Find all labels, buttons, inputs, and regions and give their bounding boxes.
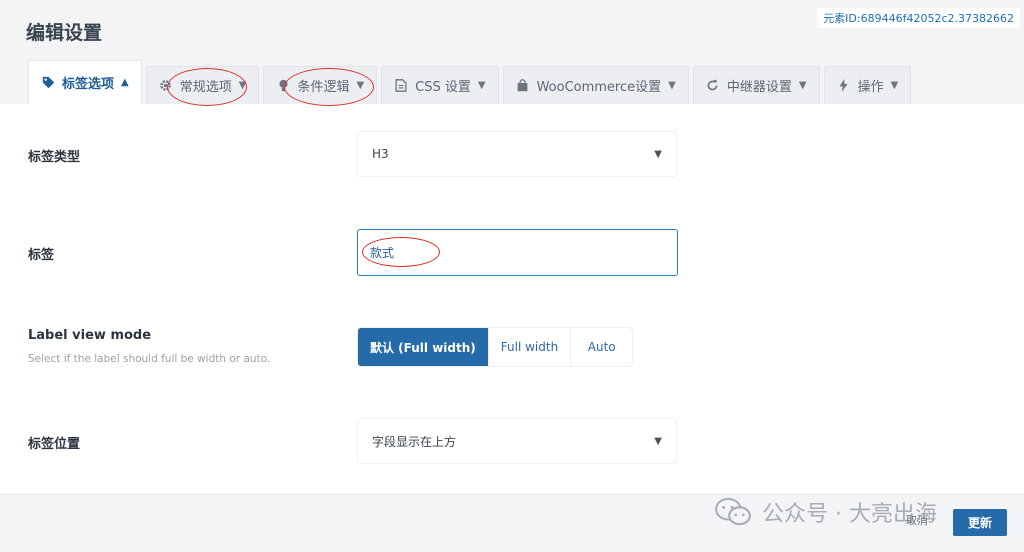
tab-label: 操作: [857, 80, 884, 95]
label-position-select[interactable]: 字段显示在上方 ▼: [357, 418, 677, 464]
view-mode-option-full-width[interactable]: Full width: [489, 328, 572, 366]
tab-general-options[interactable]: 常规选项 ▼: [145, 66, 260, 104]
chevron-down-icon: ▼: [356, 80, 365, 91]
tab-label: WooCommerce设置: [536, 80, 662, 95]
label-position-value: 字段显示在上方: [372, 434, 457, 449]
tab-css-settings[interactable]: CSS 设置 ▼: [381, 66, 499, 104]
refresh-icon: [706, 79, 720, 93]
chevron-down-icon: ▼: [238, 80, 247, 91]
cancel-button[interactable]: 取消: [906, 512, 928, 528]
tab-label: CSS 设置: [415, 80, 471, 95]
view-mode-option-auto[interactable]: Auto: [571, 328, 632, 366]
edit-settings-modal: 编辑设置 元素ID:689446f42052c2.37382662 标签选项 ▲…: [0, 0, 1024, 552]
view-mode-segmented-control: 默认 (Full width) Full width Auto: [357, 327, 634, 367]
lightbulb-icon: [276, 79, 290, 93]
chevron-down-icon: ▼: [668, 80, 676, 91]
label-field-label: 标签: [28, 248, 55, 263]
tab-label: 条件逻辑: [297, 80, 350, 95]
wechat-icon: [715, 497, 751, 526]
chevron-up-icon: ▲: [121, 77, 129, 88]
chevron-down-icon: ▼: [654, 435, 662, 447]
tab-label: 中继器设置: [726, 80, 792, 95]
document-icon: [394, 79, 408, 93]
tag-type-value: H3: [372, 147, 389, 161]
tag-type-label: 标签类型: [28, 150, 81, 165]
view-mode-label: Label view mode: [28, 328, 152, 343]
tab-label: 标签选项: [62, 77, 115, 92]
chevron-down-icon: ▼: [477, 80, 486, 91]
tab-repeater-settings[interactable]: 中继器设置 ▼: [692, 66, 820, 104]
view-mode-option-default[interactable]: 默认 (Full width): [358, 328, 489, 366]
shopping-bag-icon: [516, 79, 530, 93]
element-id-label: 元素ID:689446f42052c2.37382662: [817, 8, 1020, 28]
tab-woocommerce-settings[interactable]: WooCommerce设置 ▼: [502, 66, 689, 104]
tab-label-options[interactable]: 标签选项 ▲: [28, 60, 142, 104]
modal-header: 编辑设置 元素ID:689446f42052c2.37382662 标签选项 ▲…: [0, 0, 1024, 104]
gear-icon: [159, 79, 173, 93]
modal-title: 编辑设置: [26, 22, 103, 44]
settings-tabs: 标签选项 ▲ 常规选项 ▼ 条件逻辑 ▼ CSS 设置 ▼ WooCommerc…: [28, 60, 915, 104]
tag-type-select[interactable]: H3 ▼: [357, 131, 677, 177]
tag-icon: [41, 76, 55, 90]
view-mode-description: Select if the label should full be width…: [28, 353, 271, 365]
chevron-down-icon: ▼: [890, 80, 899, 91]
tab-actions[interactable]: 操作 ▼: [823, 66, 912, 104]
chevron-down-icon: ▼: [798, 80, 807, 91]
bolt-icon: [837, 79, 851, 93]
label-position-label: 标签位置: [28, 437, 81, 452]
tab-conditional-logic[interactable]: 条件逻辑 ▼: [263, 66, 378, 104]
update-button[interactable]: 更新: [953, 509, 1007, 536]
watermark: 公众号 · 大亮出海: [714, 496, 937, 528]
tab-label: 常规选项: [179, 80, 232, 95]
chevron-down-icon: ▼: [654, 148, 662, 160]
label-input[interactable]: [357, 229, 678, 276]
